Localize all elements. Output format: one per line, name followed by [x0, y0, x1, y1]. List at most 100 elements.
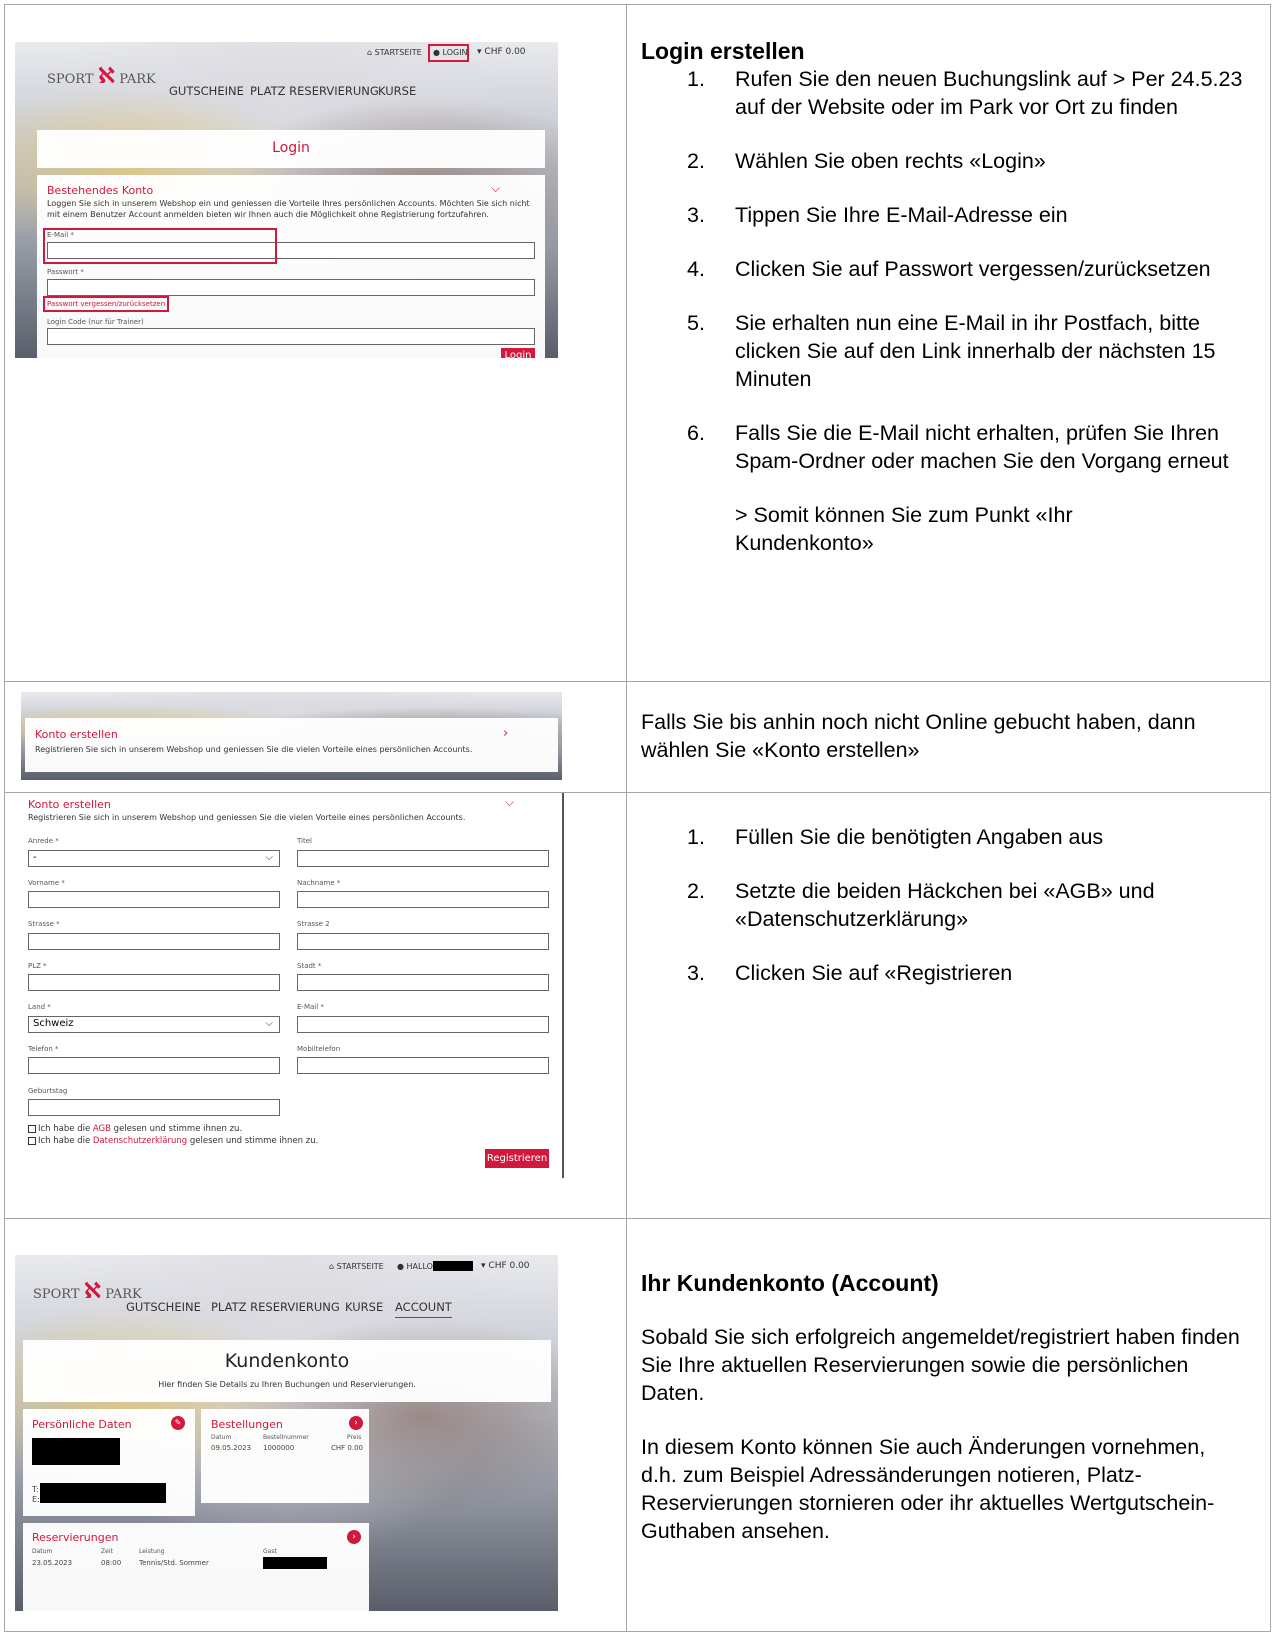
cell-account-screenshot: SPORT ℵ PARK ⌂ STARTSEITE ● HALLO ▾ CHF …	[4, 1218, 627, 1632]
agb-prefix: Ich habe die	[38, 1124, 93, 1134]
register-button[interactable]: Registrieren	[485, 1149, 549, 1168]
nav-platz-reservierung[interactable]: PLATZ RESERVIERUNG	[250, 84, 379, 98]
geburtstag-field[interactable]	[28, 1099, 280, 1116]
document-table: SPORT ℵ PARK ⌂ STARTSEITE ● LOGIN ▾ CHF …	[0, 0, 1274, 1635]
nav-gutscheine[interactable]: GUTSCHEINE	[169, 84, 244, 98]
account-paragraph-2: In diesem Konto können Sie auch Änderung…	[641, 1435, 1215, 1543]
cart-link[interactable]: ▾ CHF 0.00	[481, 1261, 530, 1271]
agb-checkbox[interactable]	[28, 1124, 36, 1133]
res-row-date: 23.05.2023	[32, 1559, 73, 1567]
mobil-field[interactable]	[297, 1057, 549, 1074]
step-text: Tippen Sie Ihre E-Mail-Adresse ein	[735, 203, 1068, 227]
startseite-link[interactable]: STARTSEITE	[375, 48, 422, 57]
agb-link[interactable]: AGB	[93, 1124, 111, 1134]
nav-account[interactable]: ACCOUNT	[395, 1300, 452, 1318]
login-button[interactable]: Login	[501, 348, 535, 358]
home-icon: ⌂	[329, 1262, 335, 1271]
account-description: Ihr Kundenkonto (Account) Sobald Sie sic…	[641, 1269, 1241, 1545]
titel-label: Titel	[297, 837, 313, 845]
top-nav-user[interactable]: ● HALLO	[397, 1262, 433, 1271]
top-nav-home[interactable]: ⌂ STARTSEITE	[329, 1262, 384, 1271]
login-screenshot: SPORT ℵ PARK ⌂ STARTSEITE ● LOGIN ▾ CHF …	[15, 42, 558, 358]
email-label: E:	[32, 1495, 40, 1504]
register-steps-list: 1. Füllen Sie die benötigten Angaben aus …	[641, 823, 1261, 987]
login-step-5: 5. Sie erhalten nun eine E-Mail in ihr Po…	[641, 309, 1261, 393]
existing-account-text: Loggen Sie sich in unserem Webshop ein u…	[47, 199, 530, 219]
vorname-field[interactable]	[28, 891, 280, 908]
login-step-1: 1. Rufen Sie den neuen Buchungslink auf >…	[641, 65, 1261, 121]
strasse2-label: Strasse 2	[297, 920, 330, 928]
nav-gutscheine[interactable]: GUTSCHEINE	[126, 1300, 201, 1314]
plz-field[interactable]	[28, 974, 280, 991]
stadt-field[interactable]	[297, 974, 549, 991]
login-code-field[interactable]	[47, 328, 535, 345]
ds-link[interactable]: Datenschutzerklärung	[93, 1136, 187, 1146]
step-number: 1.	[687, 825, 705, 849]
cart-link[interactable]: ▾ CHF 0.00	[477, 47, 526, 57]
ds-prefix: Ich habe die	[38, 1136, 93, 1146]
land-select[interactable]: Schweiz ⌵	[28, 1016, 280, 1033]
logo-text-left: SPORT	[47, 72, 94, 87]
create-account-panel[interactable]: Konto erstellen › Registrieren Sie sich …	[25, 718, 558, 772]
titel-field[interactable]	[297, 850, 549, 867]
cell-register-screenshot: Konto erstellen ⌵ Registrieren Sie sich …	[4, 792, 627, 1219]
chevron-down-icon: ⌵	[265, 852, 273, 863]
edit-icon[interactable]: ✎	[171, 1416, 185, 1430]
nachname-field[interactable]	[297, 891, 549, 908]
step-text: Clicken Sie auf «Registrieren	[735, 961, 1013, 985]
create-account-note: Falls Sie bis anhin noch nicht Online ge…	[641, 710, 1196, 762]
existing-account-title: Bestehendes Konto	[47, 184, 154, 197]
cell-account-description: Ihr Kundenkonto (Account) Sobald Sie sic…	[626, 1218, 1271, 1632]
step-number: 4.	[687, 257, 705, 281]
login-code-label: Login Code (nur für Trainer)	[47, 318, 144, 326]
strasse-label: Strasse *	[28, 920, 60, 928]
login-step-4: 4. Clicken Sie auf Passwort vergessen/zur…	[641, 255, 1261, 283]
strasse-field[interactable]	[28, 933, 280, 950]
ds-checkbox[interactable]	[28, 1136, 36, 1145]
arrow-circle-icon[interactable]: ›	[347, 1530, 361, 1544]
cart-total: CHF 0.00	[488, 1261, 530, 1271]
redacted-username	[433, 1261, 473, 1271]
password-label: Passwort *	[47, 268, 84, 276]
res-header-time: Zeit	[101, 1548, 113, 1555]
ds-checkbox-row: Ich habe die Datenschutzerklärung gelese…	[28, 1136, 318, 1146]
register-title: Konto erstellen	[28, 798, 111, 811]
step-text: Wählen Sie oben rechts «Login»	[735, 149, 1046, 173]
create-account-text: Registrieren Sie sich in unserem Webshop…	[35, 745, 473, 754]
register-email-field[interactable]	[297, 1016, 549, 1033]
land-value: Schweiz	[33, 1018, 74, 1029]
orders-row-date: 09.05.2023	[211, 1444, 252, 1452]
cell-create-account-note: Falls Sie bis anhin noch nicht Online ge…	[626, 681, 1271, 793]
step-text: Setzte die beiden Häckchen bei «AGB» und…	[735, 879, 1155, 931]
strasse2-field[interactable]	[297, 933, 549, 950]
step-number: 2.	[687, 879, 705, 903]
res-row-service: Tennis/Std. Sommer	[139, 1559, 209, 1567]
home-icon: ⌂	[367, 48, 373, 57]
telefon-field[interactable]	[28, 1057, 280, 1074]
login-title-panel: Login	[37, 130, 545, 168]
cell-create-account-screenshot: Konto erstellen › Registrieren Sie sich …	[4, 681, 627, 793]
plz-label: PLZ *	[28, 962, 47, 970]
chevron-down-icon[interactable]: ⌵	[505, 795, 514, 810]
startseite-link: STARTSEITE	[336, 1262, 384, 1271]
nav-kurse[interactable]: KURSE	[345, 1300, 383, 1314]
login-highlight	[428, 44, 469, 62]
res-header-service: Leistung	[139, 1548, 165, 1555]
email-highlight	[43, 228, 277, 264]
step-number: 2.	[687, 149, 705, 173]
res-row-time: 08:00	[101, 1559, 122, 1567]
nav-platz-reservierung[interactable]: PLATZ RESERVIERUNG	[211, 1300, 340, 1314]
password-field[interactable]	[47, 279, 535, 296]
step-number: 3.	[687, 961, 705, 985]
reservations-panel: Reservierungen › Datum Zeit Leistung Gas…	[23, 1523, 369, 1611]
anrede-select[interactable]: - ⌵	[28, 850, 280, 867]
orders-row-price: CHF 0.00	[331, 1444, 363, 1452]
sportpark-logo: SPORT ℵ PARK	[47, 64, 156, 89]
nav-kurse[interactable]: KURSE	[378, 84, 416, 98]
anrede-value: -	[33, 852, 37, 863]
personal-data-panel: Persönliche Daten ✎ T: E:	[23, 1409, 195, 1516]
step-text: Sie erhalten nun eine E-Mail in ihr Post…	[735, 311, 1216, 391]
chevron-down-icon[interactable]: ⌵	[491, 181, 500, 196]
arrow-circle-icon[interactable]: ›	[349, 1416, 363, 1430]
existing-account-panel: Bestehendes Konto ⌵ Loggen Sie sich in u…	[37, 175, 545, 358]
